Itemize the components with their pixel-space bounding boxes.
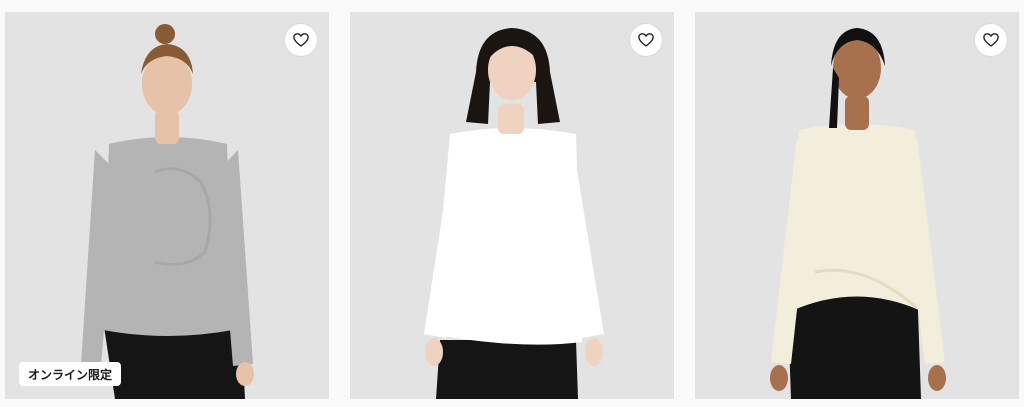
product-image[interactable] [695, 12, 1019, 399]
product-image[interactable] [5, 12, 329, 399]
heart-icon [983, 33, 999, 47]
product-image[interactable] [350, 12, 674, 399]
heart-icon [293, 33, 309, 47]
product-grid: オンライン限定 [0, 0, 1024, 407]
product-card[interactable] [350, 12, 674, 399]
product-card[interactable] [695, 12, 1019, 399]
favorite-button[interactable] [285, 24, 317, 56]
heart-icon [638, 33, 654, 47]
favorite-button[interactable] [975, 24, 1007, 56]
favorite-button[interactable] [630, 24, 662, 56]
online-exclusive-badge: オンライン限定 [19, 362, 122, 386]
product-card[interactable]: オンライン限定 [5, 12, 329, 399]
